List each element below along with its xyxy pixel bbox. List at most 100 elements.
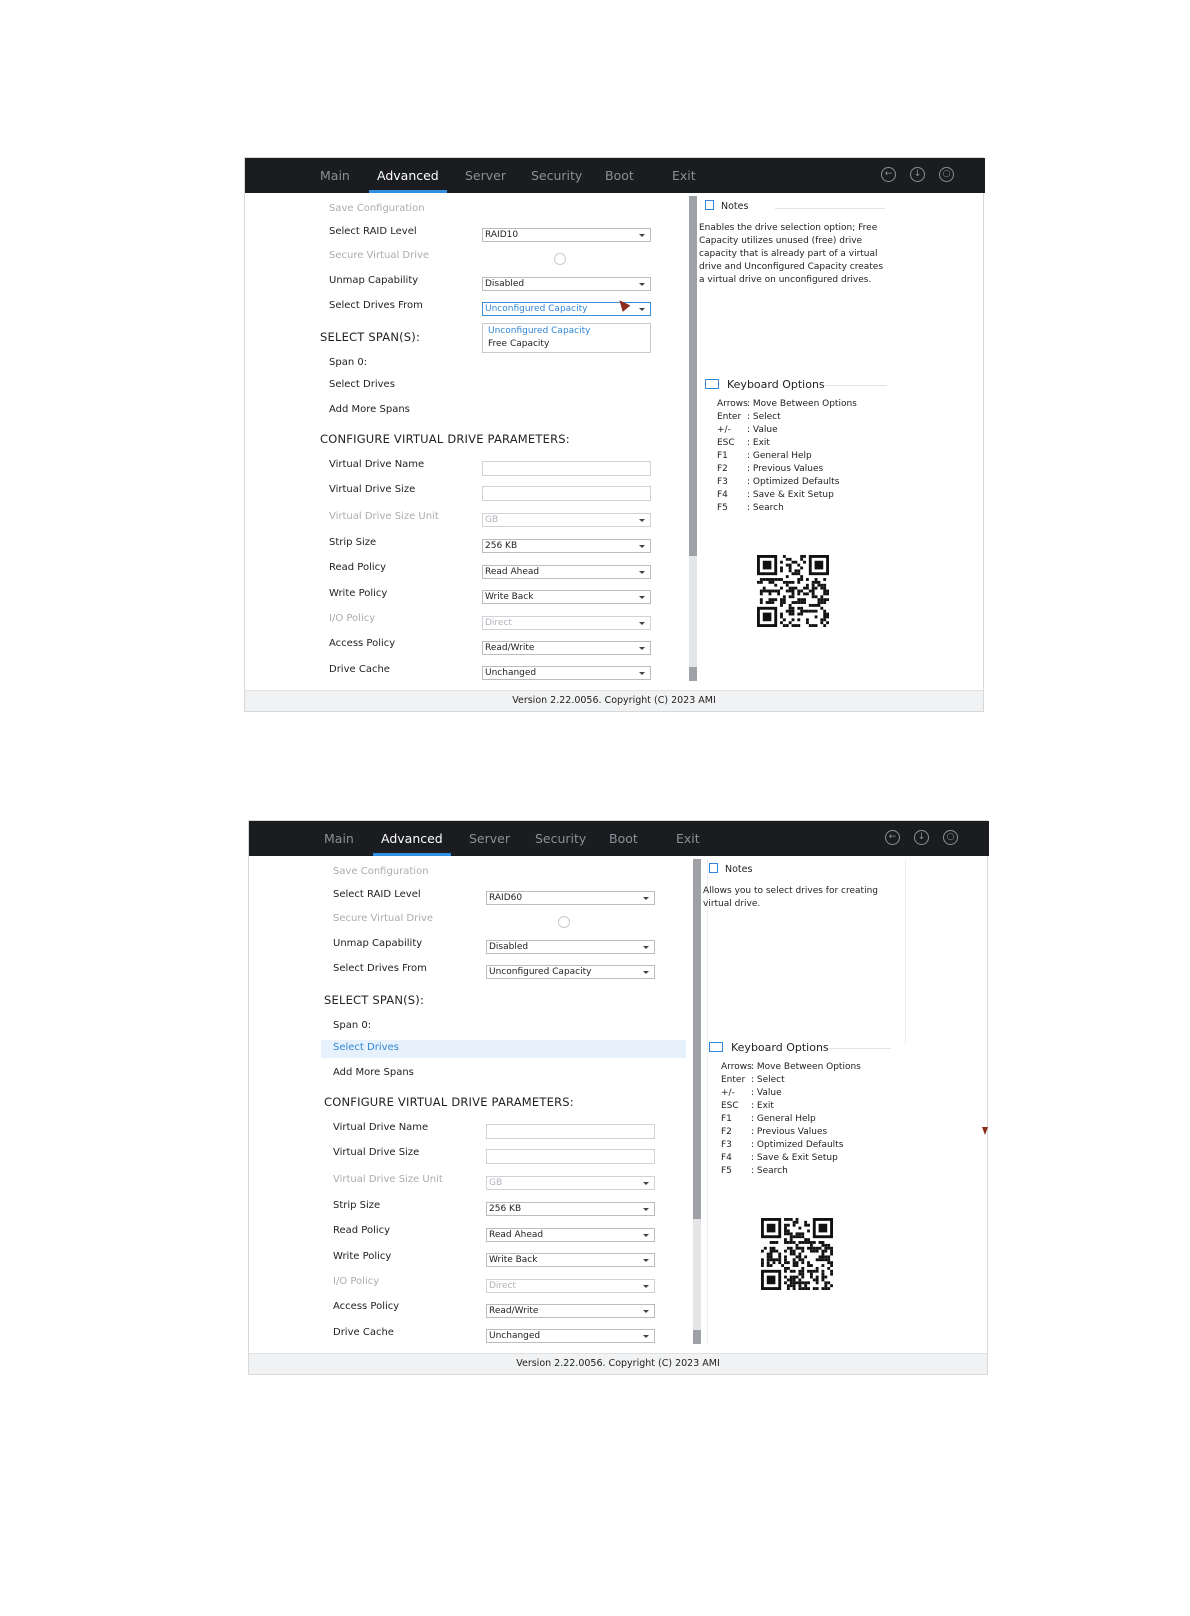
- chevron-down-icon: [643, 1182, 649, 1185]
- scrollbar[interactable]: [693, 859, 701, 1344]
- save-configuration-item: Save Configuration: [333, 866, 429, 877]
- strip-size-label: Strip Size: [333, 1200, 381, 1211]
- keyboard-options-list: Arrows: Move Between Options Enter: Sele…: [721, 1061, 861, 1178]
- tab-security[interactable]: Security: [535, 821, 586, 856]
- kb-row: Arrows: Move Between Options: [721, 1062, 861, 1072]
- tab-server[interactable]: Server: [465, 158, 506, 193]
- unmap-capability-label: Unmap Capability: [333, 938, 423, 949]
- read-policy-label: Read Policy: [329, 562, 387, 573]
- scrollbar-thumb[interactable]: [693, 859, 701, 1219]
- raid-level-dropdown[interactable]: RAID60: [486, 891, 655, 905]
- kb-row: ESC: Exit: [717, 438, 770, 448]
- chevron-down-icon: [643, 1335, 649, 1338]
- size-unit-dropdown: GB: [482, 513, 651, 527]
- chevron-down-icon: [639, 545, 645, 548]
- tab-security[interactable]: Security: [531, 158, 582, 193]
- span0-label: Span 0:: [329, 357, 368, 368]
- write-policy-dropdown[interactable]: Write Back: [482, 590, 651, 604]
- configure-params-heading: CONFIGURE VIRTUAL DRIVE PARAMETERS:: [324, 1095, 574, 1109]
- kb-row: F5: Search: [721, 1166, 788, 1176]
- notes-icon: [709, 863, 718, 873]
- io-policy-dropdown: Direct: [486, 1279, 655, 1293]
- notes-text: Enables the drive selection option; Free…: [699, 223, 884, 285]
- panel-divider: [707, 859, 708, 1344]
- add-more-spans-item[interactable]: Add More Spans: [333, 1067, 414, 1078]
- configure-params-heading: CONFIGURE VIRTUAL DRIVE PARAMETERS:: [320, 432, 570, 446]
- back-icon[interactable]: ←: [881, 167, 896, 182]
- virtual-drive-size-label: Virtual Drive Size: [329, 484, 416, 495]
- drive-cache-dropdown[interactable]: Unchanged: [482, 666, 651, 680]
- tab-boot[interactable]: Boot: [609, 821, 638, 856]
- drive-cache-dropdown[interactable]: Unchanged: [486, 1329, 655, 1343]
- tab-server[interactable]: Server: [469, 821, 510, 856]
- notes-divider: [775, 208, 885, 209]
- scrollbar-end: [689, 667, 697, 681]
- back-icon[interactable]: ←: [885, 830, 900, 845]
- scrollbar-thumb[interactable]: [689, 196, 697, 556]
- keyboard-options-heading: Keyboard Options: [709, 1041, 829, 1054]
- footer-version: Version 2.22.0056. Copyright (C) 2023 AM…: [245, 690, 983, 711]
- unmap-capability-dropdown[interactable]: Disabled: [482, 277, 651, 291]
- tab-exit[interactable]: Exit: [676, 821, 700, 856]
- tab-advanced[interactable]: Advanced: [369, 158, 447, 193]
- notes-text: Allows you to select drives for creating…: [703, 886, 878, 909]
- kb-row: F5: Search: [717, 503, 784, 513]
- kb-row: +/-: Value: [717, 425, 778, 435]
- write-policy-label: Write Policy: [329, 588, 388, 599]
- option-unconfigured-capacity[interactable]: Unconfigured Capacity: [488, 326, 590, 336]
- tab-main[interactable]: Main: [320, 158, 350, 193]
- keyboard-options-list: Arrows: Move Between Options Enter: Sele…: [717, 398, 857, 515]
- tab-main[interactable]: Main: [324, 821, 354, 856]
- virtual-drive-size-input[interactable]: [482, 486, 651, 501]
- scrollbar[interactable]: [689, 196, 697, 681]
- select-raid-level-label: Select RAID Level: [329, 226, 417, 237]
- virtual-drive-name-label: Virtual Drive Name: [329, 459, 425, 470]
- select-drives-from-dropdown[interactable]: Unconfigured Capacity: [486, 965, 655, 979]
- unmap-capability-dropdown[interactable]: Disabled: [486, 940, 655, 954]
- search-icon[interactable]: ○: [943, 830, 958, 845]
- search-icon[interactable]: ○: [939, 167, 954, 182]
- kb-row: F1: General Help: [721, 1114, 816, 1124]
- write-policy-dropdown[interactable]: Write Back: [486, 1253, 655, 1267]
- option-free-capacity[interactable]: Free Capacity: [488, 339, 549, 349]
- access-policy-dropdown[interactable]: Read/Write: [486, 1304, 655, 1318]
- secure-virtual-drive-radio: [558, 916, 570, 928]
- secure-virtual-drive-radio: [554, 253, 566, 265]
- size-unit-dropdown: GB: [486, 1176, 655, 1190]
- chevron-down-icon: [643, 1234, 649, 1237]
- save-icon[interactable]: ↓: [914, 830, 929, 845]
- secure-virtual-drive-label: Secure Virtual Drive: [329, 250, 430, 261]
- scrollbar-end: [693, 1330, 701, 1344]
- access-policy-dropdown[interactable]: Read/Write: [482, 641, 651, 655]
- keyboard-divider: [825, 385, 887, 386]
- read-policy-dropdown[interactable]: Read Ahead: [486, 1228, 655, 1242]
- tab-boot[interactable]: Boot: [605, 158, 634, 193]
- tab-exit[interactable]: Exit: [672, 158, 696, 193]
- strip-size-dropdown[interactable]: 256 KB: [482, 539, 651, 553]
- raid-level-dropdown[interactable]: RAID10: [482, 228, 651, 242]
- tab-advanced[interactable]: Advanced: [373, 821, 451, 856]
- kb-row: Enter: Select: [717, 412, 781, 422]
- drives-from-options-list: Unconfigured Capacity Free Capacity: [482, 323, 651, 353]
- add-more-spans-item[interactable]: Add More Spans: [329, 404, 410, 415]
- save-icon[interactable]: ↓: [910, 167, 925, 182]
- virtual-drive-name-input[interactable]: [486, 1124, 655, 1139]
- chevron-down-icon: [639, 672, 645, 675]
- select-drives-item[interactable]: Select Drives: [333, 1042, 399, 1053]
- chevron-down-icon: [639, 622, 645, 625]
- io-policy-dropdown: Direct: [482, 616, 651, 630]
- chevron-down-icon: [639, 571, 645, 574]
- virtual-drive-name-input[interactable]: [482, 461, 651, 476]
- select-spans-heading: SELECT SPAN(S):: [324, 993, 425, 1007]
- kb-row: Arrows: Move Between Options: [717, 399, 857, 409]
- write-policy-label: Write Policy: [333, 1251, 392, 1262]
- read-policy-dropdown[interactable]: Read Ahead: [482, 565, 651, 579]
- select-drives-item[interactable]: Select Drives: [329, 379, 395, 390]
- io-policy-label: I/O Policy: [333, 1276, 380, 1287]
- drive-cache-label: Drive Cache: [329, 664, 390, 675]
- strip-size-label: Strip Size: [329, 537, 377, 548]
- chevron-down-icon: [643, 897, 649, 900]
- virtual-drive-size-input[interactable]: [486, 1149, 655, 1164]
- select-drives-from-label: Select Drives From: [329, 300, 423, 311]
- strip-size-dropdown[interactable]: 256 KB: [486, 1202, 655, 1216]
